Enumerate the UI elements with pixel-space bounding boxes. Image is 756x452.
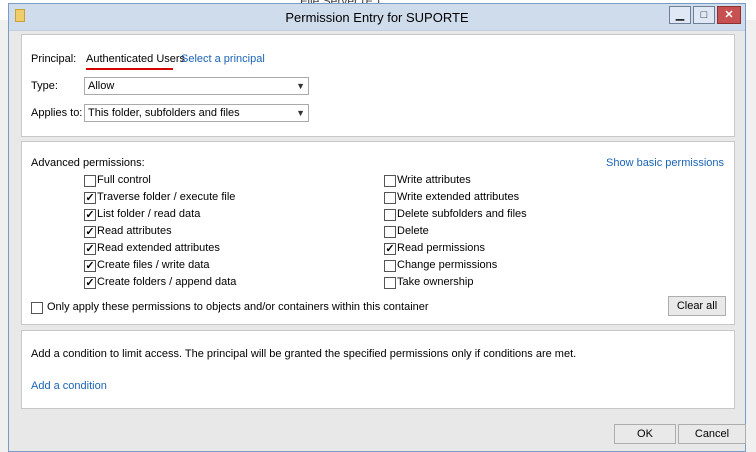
type-label: Type: [31,80,58,92]
only-apply-label: Only apply these permissions to objects … [47,301,429,313]
permission-label: Traverse folder / execute file [97,191,236,203]
permission-checkbox[interactable]: ✓ [84,277,96,289]
permission-label: Create folders / append data [97,276,237,288]
show-basic-permissions-link[interactable]: Show basic permissions [606,157,724,169]
permission-checkbox[interactable] [84,175,96,187]
permission-checkbox[interactable]: ✓ [84,209,96,221]
background-window-edge-right [746,20,756,452]
title-bar[interactable]: Permission Entry for SUPORTE ▁ □ ✕ [9,4,745,31]
permission-label: Read attributes [97,225,172,237]
permission-label: Read extended attributes [97,242,220,254]
permission-checkbox[interactable] [384,175,396,187]
add-condition-link[interactable]: Add a condition [31,380,107,392]
principal-panel: Principal: Authenticated Users Select a … [21,34,735,137]
permission-checkbox[interactable] [384,209,396,221]
permission-label: Delete [397,225,429,237]
chevron-down-icon: ▼ [296,81,305,91]
permission-label: Write extended attributes [397,191,520,203]
condition-text: Add a condition to limit access. The pri… [31,348,577,360]
advanced-permissions-heading: Advanced permissions: [31,157,145,169]
permission-label: Read permissions [397,242,486,254]
permission-checkbox[interactable]: ✓ [84,260,96,272]
ok-button[interactable]: OK [614,424,676,444]
permission-entry-dialog: Permission Entry for SUPORTE ▁ □ ✕ Princ… [8,3,746,452]
applies-to-select[interactable]: This folder, subfolders and files ▼ [84,104,309,122]
type-select-value: Allow [88,80,115,92]
minimize-button[interactable]: ▁ [669,6,691,24]
close-button[interactable]: ✕ [717,6,741,24]
permission-label: Take ownership [397,276,474,288]
cancel-button[interactable]: Cancel [678,424,746,444]
permission-label: Delete subfolders and files [397,208,527,220]
principal-value: Authenticated Users [86,53,186,65]
select-principal-link[interactable]: Select a principal [181,53,265,65]
type-select[interactable]: Allow ▼ [84,77,309,95]
chevron-down-icon: ▼ [296,108,305,118]
condition-panel: Add a condition to limit access. The pri… [21,330,735,409]
permission-checkbox[interactable] [384,226,396,238]
applies-to-select-value: This folder, subfolders and files [88,107,240,119]
permission-checkbox[interactable] [384,260,396,272]
background-window-edge-left [0,20,8,452]
permission-label: Create files / write data [97,259,210,271]
principal-label: Principal: [31,53,77,65]
permission-checkbox[interactable]: ✓ [384,243,396,255]
only-apply-checkbox[interactable] [31,302,43,314]
applies-to-label: Applies to: [31,107,83,119]
dialog-title: Permission Entry for SUPORTE [285,10,469,25]
advanced-permissions-panel: Advanced permissions: Show basic permiss… [21,141,735,325]
permission-checkbox[interactable] [384,277,396,289]
principal-annotation-underline [86,68,173,70]
permission-checkbox[interactable] [384,192,396,204]
permission-checkbox[interactable]: ✓ [84,226,96,238]
permission-label: List folder / read data [97,208,201,220]
maximize-button[interactable]: □ [693,6,715,24]
permission-checkbox[interactable]: ✓ [84,192,96,204]
permission-checkbox[interactable]: ✓ [84,243,96,255]
permission-label: Full control [97,174,151,186]
permission-label: Write attributes [397,174,471,186]
clear-all-button[interactable]: Clear all [668,296,726,316]
permission-label: Change permissions [397,259,498,271]
